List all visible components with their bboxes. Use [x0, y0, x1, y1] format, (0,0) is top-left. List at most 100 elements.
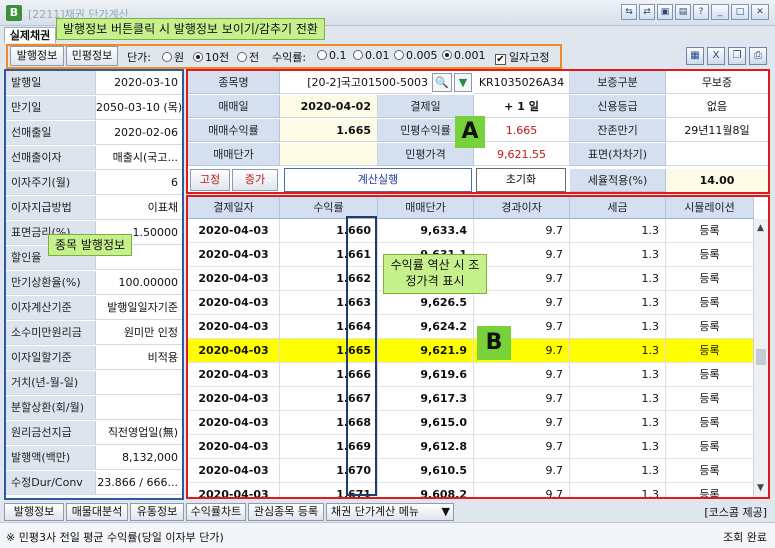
scroll-up-icon[interactable]: ▲	[757, 223, 764, 233]
radio-selected-icon	[193, 52, 203, 62]
help-icon[interactable]: ?	[693, 4, 709, 20]
accrued-interest-cell: 9.7	[474, 459, 570, 483]
table-row[interactable]: 2020-04-03 1.667 9,617.3 9.7 1.3 등록	[188, 387, 754, 411]
fixed-button[interactable]: 고정	[190, 169, 230, 191]
reset-button[interactable]: 초기화	[476, 168, 566, 192]
unit-label: 단가:	[127, 51, 151, 64]
excel-icon[interactable]: X	[707, 47, 725, 65]
table-row[interactable]: 2020-04-03 1.666 9,619.6 9.7 1.3 등록	[188, 363, 754, 387]
calc-menu-select[interactable]: 채권 단가계산 메뉴 ▼	[326, 503, 454, 521]
fix-days-checkbox[interactable]: ✔ 일자고정	[495, 49, 549, 65]
dropdown-arrow-icon[interactable]: ▼	[454, 73, 472, 92]
tax-cell: 1.3	[570, 243, 666, 267]
table-row[interactable]: 2020-04-03 1.668 9,615.0 9.7 1.3 등록	[188, 411, 754, 435]
right-toolbar: ▦ X ❐ ⎙	[686, 47, 767, 65]
issue-info-value: 6	[171, 176, 178, 189]
table-row[interactable]: 2020-04-03 1.670 9,610.5 9.7 1.3 등록	[188, 459, 754, 483]
search-icon[interactable]: 🔍	[432, 73, 452, 92]
scroll-down-icon[interactable]: ▼	[757, 483, 764, 493]
bottom-issue-info-button[interactable]: 발행정보	[4, 503, 64, 521]
simulation-cell[interactable]: 등록	[666, 219, 754, 243]
table-header: 결제일자	[188, 197, 280, 219]
trade-yield-field[interactable]: 1.665	[280, 119, 378, 142]
issue-info-row: 발행일 2020-03-10	[6, 71, 182, 95]
issue-info-row: 만기일 2050-03-10 (목)	[6, 96, 182, 120]
table-row[interactable]: 2020-04-03 1.671 9,608.2 9.7 1.3 등록	[188, 483, 754, 497]
trade-date-field[interactable]: 2020-04-02	[280, 95, 378, 118]
civil-eval-button[interactable]: 민평정보	[66, 46, 118, 66]
unit-option-10jeon[interactable]: 10전	[193, 49, 229, 65]
simulation-cell[interactable]: 등록	[666, 363, 754, 387]
tax-cell: 1.3	[570, 315, 666, 339]
credit-label: 신용등급	[570, 95, 666, 118]
simulation-cell[interactable]: 등록	[666, 483, 754, 497]
save-icon[interactable]: ▤	[675, 4, 691, 20]
table-row[interactable]: 2020-04-03 1.663 9,626.5 9.7 1.3 등록	[188, 291, 754, 315]
simulation-cell[interactable]: 등록	[666, 435, 754, 459]
radio-icon	[394, 50, 404, 60]
settle-date-value[interactable]: + 1 일	[474, 95, 570, 118]
simulation-cell[interactable]: 등록	[666, 315, 754, 339]
table-row[interactable]: 2020-04-03 1.660 9,633.4 9.7 1.3 등록	[188, 219, 754, 243]
calculator-icon[interactable]: ▦	[686, 47, 704, 65]
trade-price-field[interactable]	[280, 143, 378, 166]
table-header: 세금	[570, 197, 666, 219]
item-name-label: 종목명	[188, 71, 280, 94]
chevron-down-icon: ▼	[441, 505, 450, 518]
table-row[interactable]: 2020-04-03 1.664 9,624.2 9.7 1.3 등록	[188, 315, 754, 339]
simulation-cell[interactable]: 등록	[666, 339, 754, 363]
issue-info-button[interactable]: 발행정보	[10, 46, 64, 66]
issue-info-key: 이자주기(월)	[6, 171, 96, 194]
trade-date-label: 매매일	[188, 95, 280, 118]
settle-date-cell: 2020-04-03	[188, 339, 280, 363]
item-name-field[interactable]: [20-2]국고01500-5003	[280, 71, 432, 94]
minimize-icon[interactable]: _	[711, 4, 729, 20]
simulation-cell[interactable]: 등록	[666, 291, 754, 315]
simulation-cell[interactable]: 등록	[666, 411, 754, 435]
add-watchlist-button[interactable]: 관심종목 등록	[248, 503, 324, 521]
unit-option-won[interactable]: 원	[162, 49, 184, 65]
increase-button[interactable]: 증가	[232, 169, 278, 191]
yield-option-0.001[interactable]: 0.001	[442, 49, 486, 62]
simulation-cell[interactable]: 등록	[666, 459, 754, 483]
yield-chart-button[interactable]: 수익률차트	[186, 503, 246, 521]
distribution-info-button[interactable]: 유통정보	[130, 503, 184, 521]
yield-option-0.01[interactable]: 0.01	[353, 49, 390, 62]
yield-option-label: 0.005	[406, 49, 438, 62]
issue-info-value: 매출시(국고...	[112, 151, 178, 164]
simulation-cell[interactable]: 등록	[666, 243, 754, 267]
issue-info-value	[96, 396, 182, 419]
issue-info-row: 거치(년-월-일)	[6, 371, 182, 395]
yield-option-0.1[interactable]: 0.1	[317, 49, 347, 62]
vertical-scrollbar[interactable]: ▲ ▼	[753, 219, 768, 497]
status-note: ※ 민평3사 전일 평균 수익률(당일 이자부 단가)	[6, 531, 224, 544]
settle-date-cell: 2020-04-03	[188, 411, 280, 435]
yield-label: 수익률:	[272, 51, 307, 64]
tax-field[interactable]: 14.00	[666, 169, 768, 192]
scroll-thumb[interactable]	[756, 349, 766, 365]
table-row[interactable]: 2020-04-03 1.669 9,612.8 9.7 1.3 등록	[188, 435, 754, 459]
link-icon[interactable]: ⇆	[621, 4, 637, 20]
issue-info-value: 원미만 인정	[123, 326, 178, 339]
issue-info-key: 소수미만원리금	[6, 321, 96, 344]
tab-real-bond[interactable]: 실제채권	[4, 27, 56, 43]
copy-icon[interactable]: ❐	[728, 47, 746, 65]
table-header: 경과이자	[474, 197, 570, 219]
issue-info-row: 선매출이자 매출시(국고...	[6, 146, 182, 170]
calculate-button[interactable]: 계산실행	[284, 168, 472, 192]
accrued-interest-cell: 9.7	[474, 363, 570, 387]
table-row[interactable]: 2020-04-03 1.665 9,621.9 9.7 1.3 등록	[188, 339, 754, 363]
order-book-analysis-button[interactable]: 매물대분석	[66, 503, 128, 521]
settle-date-cell: 2020-04-03	[188, 387, 280, 411]
yield-option-0.005[interactable]: 0.005	[394, 49, 438, 62]
app-icon: B	[6, 5, 22, 21]
close-icon[interactable]: ✕	[751, 4, 769, 20]
unit-option-jeon[interactable]: 전	[237, 49, 259, 65]
simulation-cell[interactable]: 등록	[666, 387, 754, 411]
link-icon[interactable]: ⇄	[639, 4, 655, 20]
restore-icon[interactable]: □	[731, 4, 749, 20]
screen-icon[interactable]: ▣	[657, 4, 673, 20]
simulation-cell[interactable]: 등록	[666, 267, 754, 291]
print-icon[interactable]: ⎙	[749, 47, 767, 65]
adjusted-price-highlight-box	[346, 216, 377, 496]
